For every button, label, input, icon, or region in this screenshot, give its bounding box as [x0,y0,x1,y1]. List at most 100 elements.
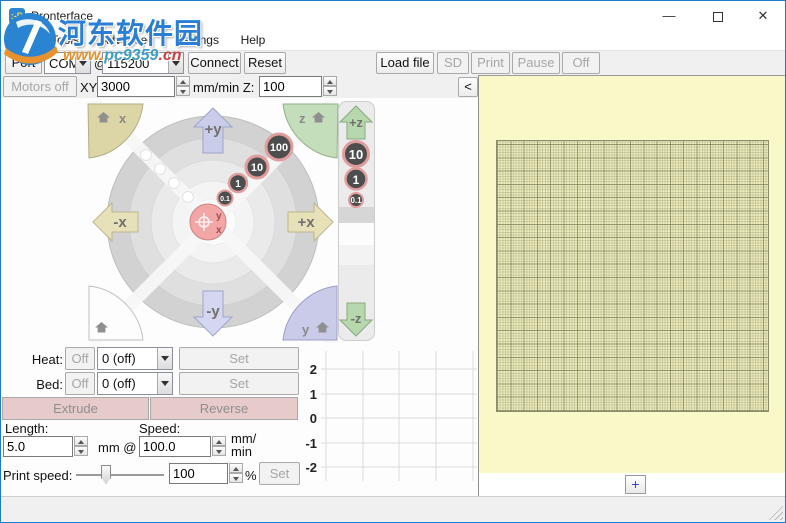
xy-step-01-badge[interactable]: 0.1 [216,189,234,207]
home-z-label: z [299,111,306,126]
spin-down-icon[interactable] [74,446,88,456]
spin-down-icon[interactable] [176,86,190,96]
plus-z-label: +z [349,115,364,130]
bed-temp-select[interactable]: 0 (off) [97,372,173,395]
z-band[interactable] [339,207,374,223]
bed-temp-value: 0 (off) [102,376,136,391]
jog-center-button[interactable]: y x [189,203,227,241]
status-bar [1,496,785,522]
length-input[interactable] [3,436,73,457]
menu-file[interactable]: File [1,31,38,49]
app-icon: :-D [9,8,25,24]
close-button[interactable]: ✕ [740,1,785,31]
xy-feedrate-input[interactable] [97,76,175,97]
gcode-viewer[interactable] [479,75,785,473]
xy-step-10-badge[interactable]: 10 [244,154,270,180]
spin-down-icon[interactable] [212,446,226,456]
spin-down-icon[interactable] [323,86,337,96]
menu-tools[interactable]: Tools [42,31,88,49]
graph-tick: 2 [309,362,317,377]
mm-at-label: mm @ [98,440,137,455]
minus-x-label: -x [113,214,127,231]
chevron-down-icon[interactable] [168,53,183,73]
print-speed-slider-track[interactable] [76,474,164,476]
print-speed-spinner[interactable] [229,463,243,484]
build-plate-grid[interactable] [496,140,769,412]
motors-off-button[interactable]: Motors off [3,76,77,97]
port-button[interactable]: Port [5,52,42,74]
menu-advanced[interactable]: Advanced [92,31,163,49]
bed-off-button[interactable]: Off [65,372,95,395]
reset-button[interactable]: Reset [244,52,286,74]
extrude-speed-spinner[interactable] [212,436,226,457]
z-step-10-label: 10 [349,147,363,162]
length-spinner[interactable] [74,436,88,457]
spin-down-icon[interactable] [229,473,243,483]
spin-up-icon[interactable] [229,463,243,473]
zoom-in-button[interactable]: + [625,475,646,494]
maximize-icon [713,11,723,22]
spin-up-icon[interactable] [212,436,226,446]
menu-settings[interactable]: Settings [167,31,228,49]
baud-select[interactable]: 115200 [102,52,184,74]
spin-up-icon[interactable] [74,436,88,446]
z-band[interactable] [339,245,374,265]
center-y-label: y [216,211,222,222]
baud-select-value: 115200 [107,56,150,71]
graph-tick: -2 [305,460,317,475]
home-y-label: y [302,322,310,337]
spin-up-icon[interactable] [176,76,190,86]
z-step-1-label: 1 [353,173,360,187]
z-band[interactable] [339,223,374,245]
heat-set-button[interactable]: Set [179,347,299,370]
percent-label: % [245,468,257,483]
temp-graph [321,351,477,481]
print-speed-set-button[interactable]: Set [259,462,300,485]
extrude-speed-input[interactable] [139,436,211,457]
print-button[interactable]: Print [471,52,510,74]
heat-temp-value: 0 (off) [102,351,136,366]
plus-y-label: +y [204,121,222,138]
speed-label: Speed: [139,421,181,436]
xy-step-1-badge[interactable]: 1 [227,172,249,194]
collapse-viewer-button[interactable]: < [458,77,478,97]
spin-up-icon[interactable] [323,76,337,86]
chevron-down-icon[interactable] [157,348,172,369]
title-bar[interactable]: :-D Pronterface — ✕ [1,1,785,31]
print-speed-label: Print speed: [3,468,73,483]
menu-help[interactable]: Help [232,31,275,49]
bed-set-button[interactable]: Set [179,372,299,395]
sd-button[interactable]: SD [437,52,469,74]
z-feedrate-spinner[interactable] [323,76,337,97]
resize-grip[interactable] [768,505,783,520]
speed-unit-label: mm/min [231,431,257,459]
minimize-button[interactable]: — [646,1,692,31]
pause-button[interactable]: Pause [512,52,560,74]
heat-temp-select[interactable]: 0 (off) [97,347,173,370]
z-step-01-badge[interactable]: 0.1 [348,192,364,208]
z-step-1-badge[interactable]: 1 [344,167,368,191]
extrude-button[interactable]: Extrude [2,397,149,420]
maximize-button[interactable] [695,1,741,31]
xy-step-01-label: 0.1 [220,196,230,203]
xy-feedrate-spinner[interactable] [176,76,190,97]
xy-step-100-badge[interactable]: 100 [264,132,294,162]
z-step-01-label: 0.1 [350,196,362,205]
graph-tick: -1 [305,436,317,451]
z-band[interactable] [339,265,374,285]
minus-z-label: -z [351,311,362,326]
off-button[interactable]: Off [562,52,600,74]
port-select[interactable]: COM1 [44,52,91,74]
load-file-button[interactable]: Load file [376,52,434,74]
graph-tick: 1 [309,387,317,402]
chevron-down-icon[interactable] [157,373,172,394]
heat-off-button[interactable]: Off [65,347,95,370]
reverse-button[interactable]: Reverse [150,397,298,420]
connect-button[interactable]: Connect [188,52,241,74]
z-feedrate-label: mm/min Z: [193,80,255,95]
viewer-toolbar: + [479,473,785,496]
chevron-down-icon[interactable] [75,53,90,73]
z-step-10-badge[interactable]: 10 [342,140,370,168]
print-speed-input[interactable] [169,463,228,484]
z-feedrate-input[interactable] [259,76,322,97]
